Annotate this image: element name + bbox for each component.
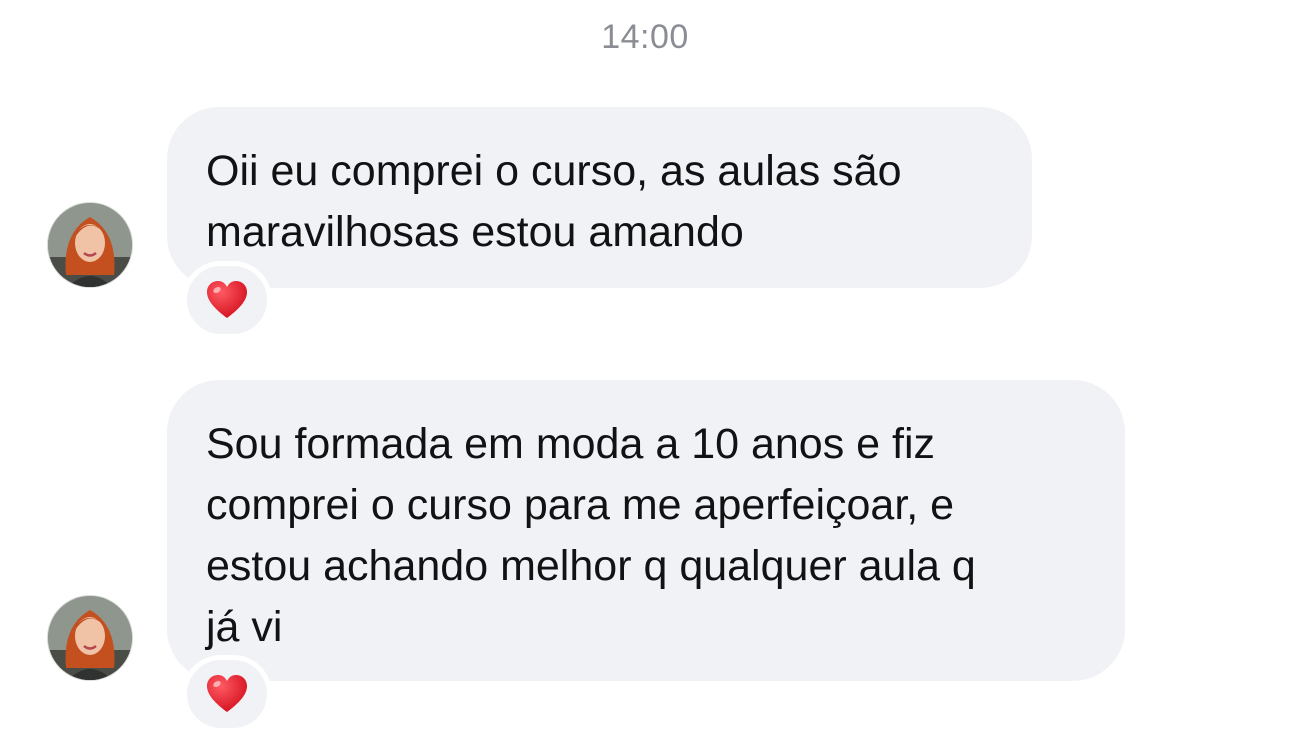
avatar-photo — [48, 596, 132, 680]
sender-avatar[interactable] — [48, 203, 132, 287]
reaction-badge[interactable] — [182, 261, 272, 339]
heart-icon — [207, 281, 247, 318]
message-text-line: comprei o curso para me aperfeiçoar, e — [206, 481, 955, 529]
heart-icon — [207, 675, 247, 712]
message-text-line: já vi — [206, 603, 283, 651]
message-text-line: estou achando melhor q qualquer aula q — [206, 542, 976, 590]
message-bubble[interactable]: Oii eu comprei o curso, as aulas são mar… — [167, 107, 1032, 288]
message-bubble[interactable]: Sou formada em moda a 10 anos e fiz comp… — [167, 380, 1125, 681]
message-text-line: Sou formada em moda a 10 anos e fiz — [206, 420, 936, 468]
sender-avatar[interactable] — [48, 596, 132, 680]
message-timestamp: 14:00 — [601, 18, 689, 56]
avatar-photo — [48, 203, 132, 287]
message-text-line: Oii eu comprei o curso, as aulas são — [206, 147, 902, 195]
message-text-line: maravilhosas estou amando — [206, 208, 744, 256]
reaction-badge[interactable] — [182, 655, 272, 733]
